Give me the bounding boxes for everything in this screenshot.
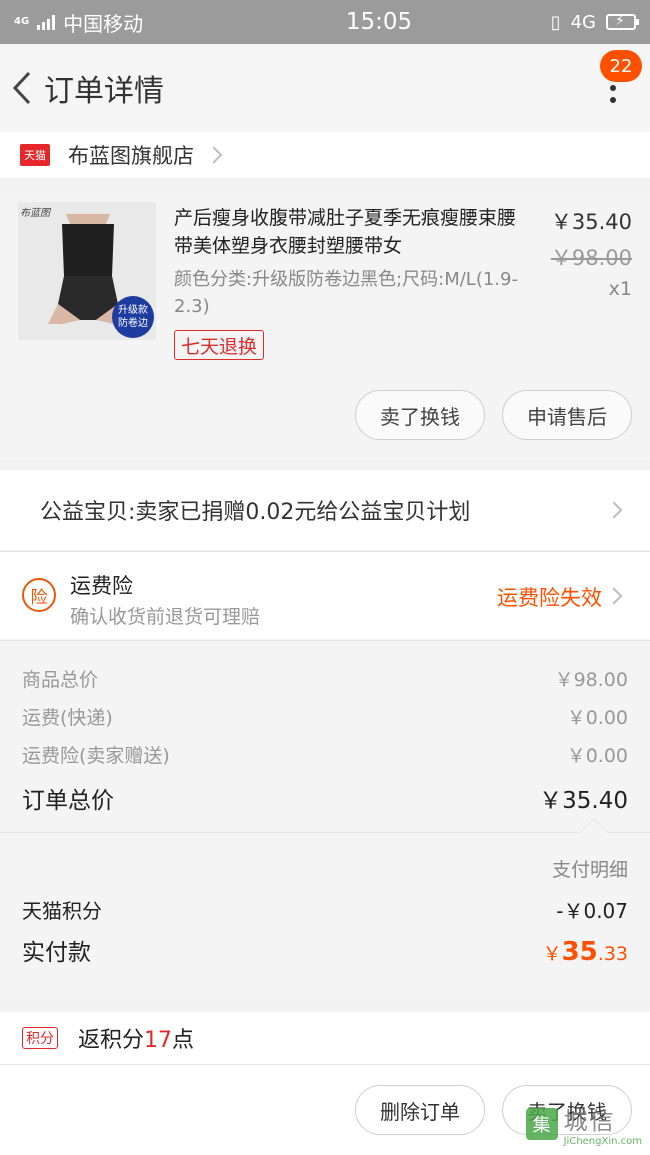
chevron-right-icon (605, 587, 623, 605)
network-type-right: 4G (570, 11, 596, 33)
status-right: ▯ 4G ⚡ (550, 11, 639, 33)
summary-value: ￥98.00 (554, 669, 628, 691)
carrier-name: 中国移动 (63, 11, 144, 36)
currency-symbol: ￥ (542, 943, 562, 965)
summary-row-goods: 商品总价 ￥98.00 (22, 665, 628, 692)
status-bar: 4G 中国移动 15:05 ▯ 4G ⚡ (0, 0, 650, 44)
insurance-status: 运费险失效 (497, 586, 602, 610)
sell-for-cash-button[interactable]: 卖了换钱 (355, 390, 485, 440)
watermark-en: JiChengXin.com (563, 1136, 642, 1147)
status-left: 4G 中国移动 (14, 8, 254, 37)
summary-value: ￥0.00 (566, 745, 628, 767)
watermark-text: 城信 JiChengXin.com (564, 1101, 642, 1147)
vibrate-icon: ▯ (550, 11, 561, 33)
charity-text: 公益宝贝:卖家已捐赠0.02元给公益宝贝计划 (40, 500, 471, 525)
battery-icon: ⚡ (606, 13, 639, 30)
points-tag: 积分 (22, 1027, 58, 1049)
actual-paid-value: ￥35.33 (543, 937, 628, 967)
paid-integer: 35 (561, 937, 598, 967)
payment-section: 支付明细 天猫积分 -￥0.07 实付款 ￥35.33 (0, 817, 650, 994)
product-image-brand: 布蓝图 (20, 208, 50, 219)
watermark-cn: 城信 (563, 1107, 616, 1135)
tmall-points-value: -￥0.07 (556, 899, 628, 923)
points-text: 返积分17点 (78, 1022, 194, 1054)
chevron-right-icon (605, 501, 623, 519)
site-watermark: 集 城信 JiChengXin.com (525, 1101, 642, 1147)
product-price: ￥35.40 (550, 210, 632, 234)
page-title: 订单详情 (44, 74, 164, 109)
insurance-title: 运费险 (70, 574, 133, 598)
tmall-points-row: 天猫积分 -￥0.07 (22, 895, 628, 924)
actual-paid-row: 实付款 ￥35.33 (22, 933, 628, 967)
return-policy-badge: 七天退换 (174, 330, 265, 360)
dot-icon (610, 85, 616, 91)
summary-row-insurance: 运费险(卖家赠送) ￥0.00 (22, 741, 628, 768)
network-type-label: 4G (14, 16, 30, 27)
points-prefix: 返积分 (78, 1028, 145, 1053)
shipping-insurance-row[interactable]: 险 运费险 确认收货前退货可理赔 运费险失效 (0, 551, 650, 639)
chevron-right-icon (205, 146, 223, 164)
price-summary: 商品总价 ￥98.00 运费(快递) ￥0.00 运费险(卖家赠送) ￥0.00… (0, 640, 650, 832)
product-image-tag: 升级款 防卷边 (112, 296, 154, 338)
back-arrow-icon (12, 71, 31, 105)
summary-label: 商品总价 (22, 669, 99, 691)
product-attributes: 颜色分类:升级版防卷边黑色;尺码:M/L(1.9-2.3) (174, 269, 518, 317)
summary-value: ￥0.00 (566, 707, 628, 729)
summary-row-shipping: 运费(快递) ￥0.00 (22, 703, 628, 730)
summary-label: 运费险(卖家赠送) (22, 745, 170, 767)
points-count: 17 (144, 1028, 173, 1053)
tmall-badge-icon: 天猫 (20, 144, 50, 166)
delete-order-button[interactable]: 删除订单 (355, 1085, 485, 1135)
product-title[interactable]: 产后瘦身收腹带减肚子夏季无痕瘦腰束腰带美体塑身衣腰封塑腰带女 (174, 204, 528, 260)
order-total-value: ￥35.40 (539, 788, 628, 814)
insurance-subtitle: 确认收货前退货可理赔 (70, 606, 261, 628)
order-total-label: 订单总价 (22, 788, 114, 814)
product-original-price: ￥98.00 (550, 246, 632, 270)
store-name[interactable]: 布蓝图旗舰店 (68, 140, 194, 170)
actual-paid-label: 实付款 (22, 940, 91, 966)
clock: 15:05 (345, 9, 413, 35)
product-image[interactable]: 布蓝图 升级款 防卷边 (18, 202, 156, 340)
paid-decimal: .33 (597, 943, 628, 965)
store-row[interactable]: 天猫 布蓝图旗舰店 (0, 132, 650, 178)
page-header: 订单详情 22 (0, 44, 650, 132)
insurance-icon: 险 (22, 578, 56, 612)
product-item: 布蓝图 升级款 防卷边 产后瘦身收腹带减肚子夏季无痕瘦腰束腰带美体塑身衣腰封塑腰… (0, 192, 650, 460)
watermark-logo: 集 (525, 1108, 558, 1140)
tmall-points-label: 天猫积分 (22, 899, 102, 923)
points-row: 积分 返积分17点 (0, 1012, 650, 1064)
notification-badge[interactable]: 22 (600, 50, 642, 82)
payment-detail-link[interactable]: 支付明细 (552, 855, 628, 882)
order-total-row: 订单总价 ￥35.40 (22, 781, 628, 815)
product-quantity: x1 (608, 278, 632, 300)
back-button[interactable] (0, 44, 44, 132)
after-sales-button[interactable]: 申请售后 (502, 390, 632, 440)
charity-row[interactable]: 公益宝贝:卖家已捐赠0.02元给公益宝贝计划 (0, 470, 650, 550)
dot-icon (610, 97, 616, 103)
points-suffix: 点 (172, 1028, 195, 1053)
summary-label: 运费(快递) (22, 707, 113, 729)
signal-icon (37, 14, 56, 30)
